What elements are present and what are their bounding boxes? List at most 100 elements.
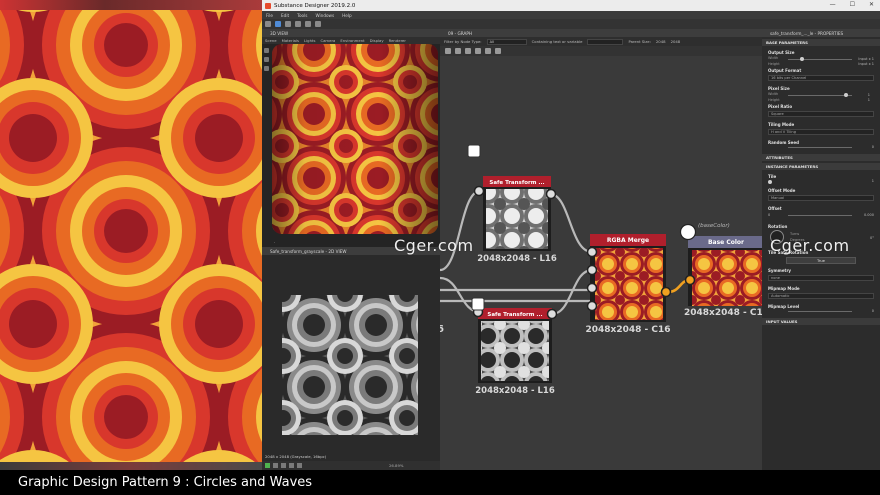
prop-pixel-size: Pixel Size Width 1 1 Height	[762, 84, 880, 102]
offset-y-value[interactable]: 0.000	[864, 213, 874, 217]
minimize-button[interactable]: —	[830, 1, 836, 8]
section-attributes[interactable]: ATTRIBUTES	[762, 154, 880, 161]
2d-zoom-value[interactable]: 26.89%	[389, 463, 403, 468]
output-icon	[679, 223, 697, 241]
menu-tools[interactable]: Tools	[297, 13, 307, 18]
node-4-size: 2048x2048 - C1	[684, 308, 762, 318]
parent-size-label: Parent Size:	[628, 39, 651, 44]
save-icon[interactable]	[285, 21, 291, 27]
pixel-size-knob[interactable]	[844, 93, 848, 97]
output-size-w-value[interactable]: Input x 1	[858, 57, 874, 61]
tiling-mode-dropdown[interactable]: H and V Tiling	[768, 129, 874, 135]
section-input-values[interactable]: INPUT VALUES	[762, 318, 880, 325]
tiling-icon[interactable]	[281, 463, 286, 468]
3d-view-header: 3D VIEW	[262, 29, 440, 37]
search-input[interactable]	[587, 38, 624, 45]
pixel-size-slider[interactable]	[788, 95, 852, 96]
screen: Substance Designer 2019.2.0 — ☐ ✕ File E…	[0, 0, 880, 495]
histogram-icon[interactable]	[297, 463, 302, 468]
wire-st2-rgba	[551, 268, 593, 316]
tile-value[interactable]: 1	[872, 179, 874, 183]
random-seed-value[interactable]: 0	[872, 145, 874, 149]
mipmap-level-label: Mipmap Level	[768, 304, 800, 309]
3d-menu-scene[interactable]: Scene	[265, 38, 277, 43]
symmetry-dropdown[interactable]: none	[768, 275, 874, 281]
node-safe-transform-2[interactable]: Safe Transform ... 2048x2048 - L16	[471, 297, 558, 396]
3d-menu-display[interactable]: Display	[370, 38, 384, 43]
menu-edit[interactable]: Edit	[281, 13, 289, 18]
offset-mode-label: Offset Mode	[768, 188, 796, 193]
pixel-ratio-dropdown[interactable]: Square	[768, 111, 874, 117]
background-strip	[0, 0, 262, 10]
undo-icon[interactable]	[305, 21, 311, 27]
new-package-icon[interactable]	[265, 21, 271, 27]
rotation-value[interactable]: 0°	[870, 236, 874, 240]
window-titlebar: Substance Designer 2019.2.0 — ☐ ✕	[262, 0, 880, 11]
3d-view-panel: 3D VIEW Scene Materials Lights Camera En…	[262, 29, 440, 247]
node-2-size: 2048x2048 - L16	[475, 386, 555, 396]
node-safe-transform-1[interactable]: Safe Transform ... 2048x2048 - L16	[467, 144, 557, 264]
mipmap-level-value[interactable]: 0	[872, 309, 874, 313]
prop-symmetry: Symmetry none	[762, 266, 880, 284]
section-instance-parameters[interactable]: INSTANCE PARAMETERS	[762, 163, 880, 170]
graph-filter-bar: Filter by Node Type: All Containing text…	[440, 37, 762, 46]
mipmap-level-slider[interactable]	[788, 311, 852, 312]
section-base-parameters[interactable]: BASE PARAMETERS	[762, 39, 880, 46]
output-size-label: Output Size	[768, 50, 795, 55]
2d-texture-preview	[262, 255, 440, 445]
output-size-slider[interactable]	[788, 59, 852, 60]
2d-view-status: 2048 x 2048 (Grayscale, 16bpc)	[265, 454, 327, 459]
tile-knob[interactable]	[768, 180, 772, 184]
grid-icon[interactable]	[273, 463, 278, 468]
menu-file[interactable]: File	[266, 13, 273, 18]
3d-view-title: 3D VIEW	[270, 30, 289, 36]
3d-menu-renderer[interactable]: Renderer	[389, 38, 406, 43]
graph-header: 09 - GRAPH	[440, 29, 762, 37]
save-all-icon[interactable]	[295, 21, 301, 27]
parent-size-value[interactable]: 2048	[656, 39, 666, 44]
watermark-2: Cger.com	[770, 236, 850, 255]
random-seed-label: Random Seed	[768, 140, 799, 145]
prop-offset: Offset 0 0.000	[762, 204, 880, 222]
output-format-dropdown[interactable]: 16 bits per Channel	[768, 75, 874, 81]
node-3-size: 2048x2048 - C16	[585, 325, 670, 335]
offset-slider[interactable]	[788, 215, 852, 216]
pixel-size-w-value[interactable]: 1	[868, 93, 870, 97]
3d-axis-label: ·	[274, 240, 275, 245]
offset-x-value[interactable]: 0	[768, 213, 770, 217]
filter-select[interactable]: All	[486, 38, 527, 45]
open-icon[interactable]	[275, 21, 281, 27]
3d-menu-environment[interactable]: Environment	[340, 38, 364, 43]
3d-menu-lights[interactable]: Lights	[304, 38, 315, 43]
pixel-size-label: Pixel Size	[768, 86, 790, 91]
rotation-label: Rotation	[768, 224, 788, 229]
3d-menu-camera[interactable]: Camera	[320, 38, 335, 43]
pattern-left-svg	[0, 0, 262, 470]
2d-view-title: Safe_transform_grayscale - 2D VIEW	[270, 248, 347, 254]
menu-bar: File Edit Tools Windows Help	[262, 11, 880, 19]
output-size-knob[interactable]	[800, 57, 804, 61]
close-button[interactable]: ✕	[869, 1, 874, 8]
watermark-1: Cger.com	[394, 236, 474, 255]
node-rgba-merge[interactable]: RGBA Merge 2048x2048 - C16	[585, 234, 672, 335]
random-seed-slider[interactable]	[788, 147, 852, 148]
3d-menu-materials[interactable]: Materials	[282, 38, 299, 43]
node-4-title: Base Color	[708, 239, 744, 246]
offset-mode-dropdown[interactable]: Manual	[768, 195, 874, 201]
mipmap-mode-dropdown[interactable]: Automatic	[768, 293, 874, 299]
menu-help[interactable]: Help	[342, 13, 352, 18]
prop-random-seed: Random Seed 0	[762, 138, 880, 152]
size-value[interactable]: 2048	[671, 39, 681, 44]
pixel-ratio-label: Pixel Ratio	[768, 104, 793, 109]
channel-icon[interactable]	[265, 463, 270, 468]
tile-safe-rotation-toggle[interactable]: True	[786, 257, 856, 264]
redo-icon[interactable]	[315, 21, 321, 27]
node-base-color[interactable]: Base Color (baseColor) 2048x2048 - C1	[679, 223, 763, 318]
substance-app-icon	[265, 2, 271, 9]
window-title: Substance Designer 2019.2.0	[274, 2, 356, 9]
menu-windows[interactable]: Windows	[315, 13, 334, 18]
graph-panel: 09 - GRAPH Filter by Node Type: All Cont…	[440, 29, 762, 470]
fit-icon[interactable]	[289, 463, 294, 468]
maximize-button[interactable]: ☐	[850, 1, 855, 8]
graph-canvas[interactable]: Safe Transform ... 2048x2048 - L16 Safe …	[440, 48, 762, 470]
